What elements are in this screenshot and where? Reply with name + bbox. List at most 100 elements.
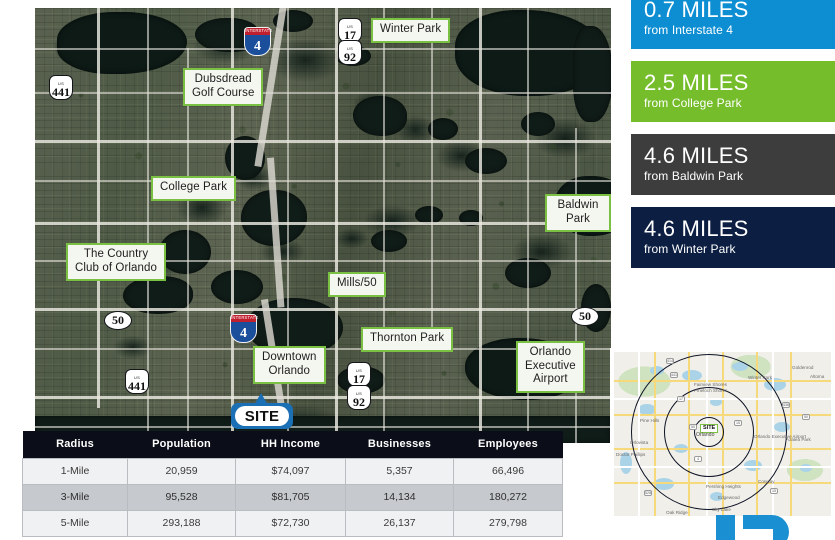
locator-place-label: Goldenrod [792,365,814,370]
column-header-population: Population [127,431,236,459]
locator-route-shield: 414 [666,358,674,364]
locator-place-label: Doctor Phillips [616,452,646,457]
cell-radius: 1-Mile [22,458,128,485]
table-header-row: Radius Population HH Income Businesses E… [22,431,563,459]
us-441-shield-north: US 441 [49,75,73,100]
locator-place-label: Winter Park [748,375,772,380]
locator-route-shield: 4 [694,456,702,462]
distance-source: from Winter Park [644,242,736,256]
radius-locator-map[interactable]: SITE Orlando Goldenrod Altoma Winter Par… [610,348,835,520]
table-header: Radius Population HH Income Businesses E… [22,431,563,459]
interstate-4-shield-south: 4 INTERSTATE [230,314,259,343]
cell-hh-income: $72,730 [235,510,346,537]
locator-place-label: Pine Hills [640,418,660,423]
map-label-downtown-orlando[interactable]: Downtown Orlando [253,346,326,384]
locator-route-shield: 50 [689,424,697,430]
table-row-3-mile: 3-Mile 95,528 $81,705 14,134 180,272 [22,484,563,511]
distance-card-winter-park[interactable]: 4.6 MILES from Winter Park [631,207,835,268]
distance-card-interstate-4[interactable]: 0.7 MILES from Interstate 4 [631,0,835,49]
cell-population: 293,188 [127,510,236,537]
map-label-winter-park[interactable]: Winter Park [371,18,451,43]
distance-source: from Baldwin Park [644,169,744,183]
column-header-employees: Employees [453,431,563,459]
table-row-5-mile: 5-Mile 293,188 $72,730 26,137 279,798 [22,510,563,537]
cell-businesses: 14,134 [345,484,454,511]
shield-number: 92 [344,50,356,64]
aerial-satellite-map[interactable]: Dubsdread Golf Course Winter Park Colleg… [35,8,611,443]
distance-value: 0.7 MILES [644,0,749,22]
shield-number: 50 [579,309,591,323]
state-route-50-shield-west: 50 [104,311,132,330]
cell-radius: 5-Mile [22,510,128,537]
map-label-mills-50[interactable]: Mills/50 [328,272,386,297]
distance-value: 4.6 MILES [644,143,749,168]
locator-place-label: Pershing Heights [706,484,741,489]
shield-number: 17 [353,372,365,386]
shield-number: 441 [52,85,70,99]
locator-place-label: Edgewood [718,495,740,500]
distance-card-baldwin-park[interactable]: 4.6 MILES from Baldwin Park [631,134,835,195]
map-label-thornton-park[interactable]: Thornton Park [361,327,454,352]
cell-employees: 180,272 [453,484,563,511]
cell-businesses: 26,137 [345,510,454,537]
locator-route-shield: 15 [734,420,742,426]
locator-place-label: Sky Lake [712,507,731,512]
distance-callout-stack: 0.7 MILES from Interstate 4 2.5 MILES fr… [631,0,835,268]
distance-value: 2.5 MILES [644,70,749,95]
pin-label-pill: SITE [235,406,289,426]
site-pin-label: SITE [244,407,280,425]
locator-route-shield: 441 [670,372,678,378]
us-92-shield-north: US 92 [338,40,362,65]
shield-number: 92 [353,395,365,409]
us-92-shield-south: US 92 [347,385,371,410]
cell-employees: 66,496 [453,458,563,485]
distance-value: 4.6 MILES [644,216,749,241]
us-441-shield-south: US 441 [125,369,149,394]
interstate-4-shield-north: 4 INTERSTATE [244,27,273,56]
locator-place-label: Oak Ridge [666,510,688,515]
demographics-table-wrapper: Radius Population HH Income Businesses E… [22,431,563,537]
distance-source: from College Park [644,96,742,110]
shield-banner-text: INTERSTATE [244,27,273,35]
distance-source: from Interstate 4 [644,23,734,37]
demographics-table: Radius Population HH Income Businesses E… [22,431,563,537]
map-label-college-park[interactable]: College Park [151,176,237,201]
locator-route-shield: 528 [644,490,652,496]
us-17-shield-south: US 17 [347,362,371,387]
shield-number: 441 [128,379,146,393]
state-route-50-shield-east: 50 [571,307,599,326]
locator-place-label: Fairview Shores [694,382,727,387]
cell-hh-income: $74,097 [235,458,346,485]
site-location-pin[interactable]: SITE [231,393,293,435]
cell-population: 20,959 [127,458,236,485]
shield-number: 50 [112,313,124,327]
column-header-businesses: Businesses [345,431,454,459]
logo-bar [716,515,735,540]
locator-city-label: Orlando [696,432,715,438]
locator-place-label: Altoma [810,374,825,379]
table-row-1-mile: 1-Mile 20,959 $74,097 5,357 66,496 [22,458,563,485]
map-label-baldwin-park[interactable]: Baldwin Park [545,194,611,232]
map-label-dubsdread-golf-course[interactable]: Dubsdread Golf Course [183,68,264,106]
map-label-orlando-executive-airport[interactable]: Orlando Executive Airport [516,341,585,393]
company-logo-mark[interactable] [716,515,808,540]
property-marketing-page: Dubsdread Golf Course Winter Park Colleg… [0,0,835,540]
table-body: 1-Mile 20,959 $74,097 5,357 66,496 3-Mil… [22,458,563,537]
shield-banner-text: INTERSTATE [230,314,259,322]
shield-number: 4 [254,39,261,54]
locator-place-label: Pineloch Shores [694,388,728,393]
map-label-country-club-of-orlando[interactable]: The Country Club of Orlando [66,243,167,281]
column-header-radius: Radius [22,431,128,459]
locator-place-label: Azalea Park [786,437,811,442]
cell-hh-income: $81,705 [235,484,346,511]
locator-place-label: Orlovista [630,440,649,445]
distance-card-college-park[interactable]: 2.5 MILES from College Park [631,61,835,122]
cell-population: 95,528 [127,484,236,511]
cell-businesses: 5,357 [345,458,454,485]
locator-route-shield: 436 [782,402,790,408]
logo-wing-notch [743,529,773,540]
locator-place-label: Conway [758,479,775,484]
locator-route-shield: 17 [677,396,685,402]
shield-number: 4 [240,326,247,341]
column-header-hh-income: HH Income [235,431,346,459]
